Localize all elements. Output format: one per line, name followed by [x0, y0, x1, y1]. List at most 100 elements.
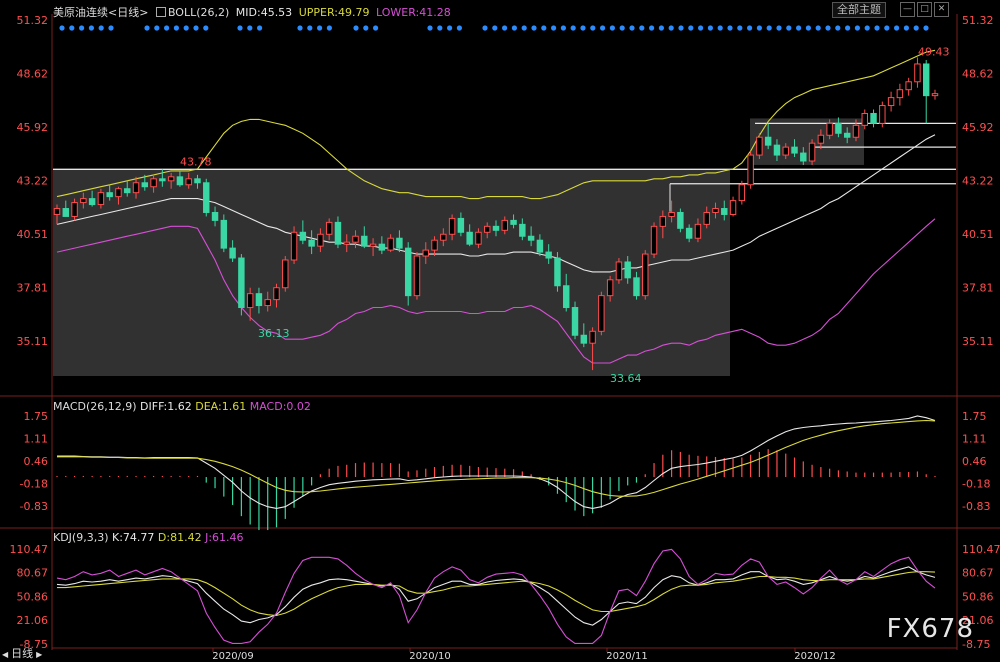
candle-body [229, 247, 236, 259]
signal-dot [144, 25, 150, 31]
candle-body [88, 198, 96, 206]
signal-dot [560, 25, 567, 31]
price-tick-left: 51.32 [17, 14, 49, 27]
candle-body [220, 219, 228, 249]
signal-dot [353, 25, 359, 31]
signal-dot [447, 25, 453, 31]
candle-body [501, 219, 509, 231]
price-tick-right: 37.81 [962, 282, 994, 295]
signal-dot [551, 25, 557, 31]
kdj-k-line [56, 566, 936, 626]
time-label: 2020/11 [606, 651, 648, 662]
candle-body [132, 182, 140, 194]
candle-body [510, 219, 517, 225]
candle-body [378, 243, 386, 251]
candle-body [527, 235, 535, 241]
candle-body [361, 235, 368, 247]
high-label-left: 43.78 [180, 155, 212, 168]
signal-dot [786, 25, 792, 31]
candle-body [764, 136, 772, 146]
kdj-tick-left: 21.06 [17, 614, 49, 627]
signal-dot [580, 25, 586, 31]
candle-body [650, 225, 658, 255]
signal-dot [913, 25, 919, 31]
candle-body [545, 251, 552, 259]
macd-tick-right: -0.83 [962, 500, 990, 513]
watermark: FX678 [886, 614, 974, 644]
triangle-left-icon: ◀ [2, 650, 9, 659]
macd-tick-left: 1.75 [24, 410, 49, 423]
candle-body [124, 188, 131, 194]
candle-body [519, 223, 526, 237]
candle-body [97, 192, 105, 206]
kdj-j-line [56, 548, 936, 644]
kdj-tick-left: 50.86 [17, 591, 49, 604]
candle-body [475, 231, 482, 245]
high-label-right: 49.43 [918, 45, 950, 58]
candle-body [738, 184, 746, 202]
candle-body [887, 97, 895, 107]
signal-dot [649, 25, 655, 31]
kdj-tick-right: 80.67 [962, 567, 994, 580]
signal-dot [776, 25, 782, 31]
signal-dot [894, 25, 900, 31]
candle-body [791, 146, 798, 154]
candle-body [317, 233, 324, 247]
signal-dot [317, 25, 323, 31]
candle-body [721, 208, 728, 215]
signal-dot [237, 25, 243, 31]
signal-dot [492, 25, 498, 31]
signal-dot [884, 25, 890, 31]
candle-body [861, 112, 868, 126]
candle-body [176, 176, 184, 186]
signal-dot [88, 25, 94, 31]
signal-dot [427, 25, 433, 31]
candle-body [308, 239, 315, 247]
candle-body [782, 146, 789, 156]
signal-dot [619, 25, 625, 31]
time-label: 2020/10 [409, 651, 451, 662]
candle-body [677, 211, 684, 229]
candle-body [299, 231, 307, 241]
candle-body [879, 105, 886, 124]
signal-dot [668, 25, 674, 31]
price-tick-right: 43.22 [962, 174, 994, 187]
candle-body [703, 211, 710, 225]
candle-body [53, 208, 61, 215]
candle-body [194, 178, 201, 184]
bottom-tab-label: 日线 [11, 647, 34, 660]
macd-tick-right: 1.11 [962, 432, 987, 445]
signal-dot [854, 25, 861, 31]
price-tick-right: 48.62 [962, 67, 994, 80]
triangle-right-icon: ▶ [36, 650, 43, 659]
candle-body [282, 259, 289, 289]
macd-tick-left: -0.83 [20, 500, 48, 513]
candle-body [325, 221, 333, 235]
candle-body [729, 200, 737, 215]
signal-dot [247, 25, 253, 31]
signal-dot [835, 25, 841, 31]
kdj-tick-left: 110.47 [10, 543, 49, 556]
candle-body [773, 144, 781, 156]
candle-body [396, 237, 403, 249]
candle-body [817, 134, 825, 144]
signal-dot [326, 25, 332, 31]
candle-body [211, 211, 219, 221]
signal-dot [845, 25, 851, 31]
candle-body [404, 247, 412, 297]
candle-body [413, 255, 421, 297]
bottom-period-tab[interactable]: ◀ 日线 ▶ [2, 645, 42, 661]
signal-dot [825, 25, 831, 31]
signal-dot [59, 25, 65, 31]
signal-dot [511, 25, 517, 31]
candle-body [238, 257, 245, 309]
macd-tick-left: -0.18 [20, 477, 48, 490]
candle-body [80, 198, 87, 204]
macd-tick-right: 0.46 [962, 455, 987, 468]
price-chart[interactable]: 51.32 51.32 48.62 48.62 45.92 45.92 43.22 43.22… [0, 0, 1000, 662]
candle-body [922, 63, 930, 97]
signal-dot [193, 25, 199, 31]
signal-dot [874, 25, 880, 31]
kdj-tick-left: 80.67 [17, 567, 49, 580]
price-tick-right: 45.92 [962, 121, 994, 134]
